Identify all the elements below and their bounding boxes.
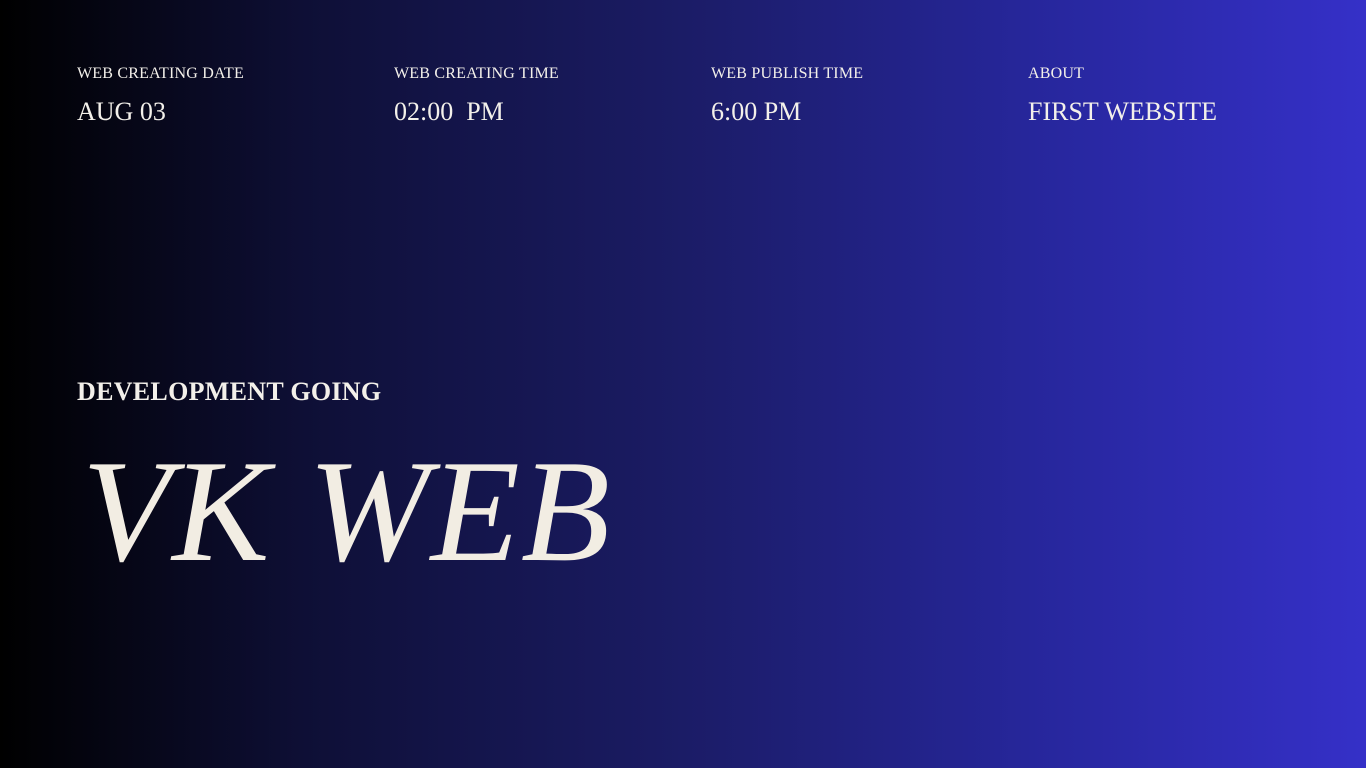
info-item-creating-time: WEB CREATING TIME 02:00 PM bbox=[394, 64, 559, 127]
about-label: ABOUT bbox=[1028, 65, 1085, 82]
creating-time-label: WEB CREATING TIME bbox=[394, 65, 559, 82]
publish-time-label: WEB PUBLISH TIME bbox=[711, 65, 864, 82]
creating-date-label: WEB CREATING DATE bbox=[77, 65, 244, 82]
creating-time-value: 02:00 PM bbox=[394, 97, 504, 126]
info-item-creating-date: WEB CREATING DATE AUG 03 bbox=[77, 64, 244, 127]
hero-title: VK WEB bbox=[82, 430, 612, 592]
info-item-about: ABOUT FIRST WEBSITE bbox=[1028, 64, 1217, 127]
about-value: FIRST WEBSITE bbox=[1028, 97, 1218, 126]
info-row: WEB CREATING DATE AUG 03 WEB CREATING TI… bbox=[77, 64, 1317, 134]
info-item-publish-time: WEB PUBLISH TIME 6:00 PM bbox=[711, 64, 863, 127]
creating-date-value: AUG 03 bbox=[77, 97, 166, 126]
publish-time-value: 6:00 PM bbox=[711, 97, 802, 126]
development-status-subtitle: DEVELOPMENT GOING bbox=[77, 377, 382, 406]
